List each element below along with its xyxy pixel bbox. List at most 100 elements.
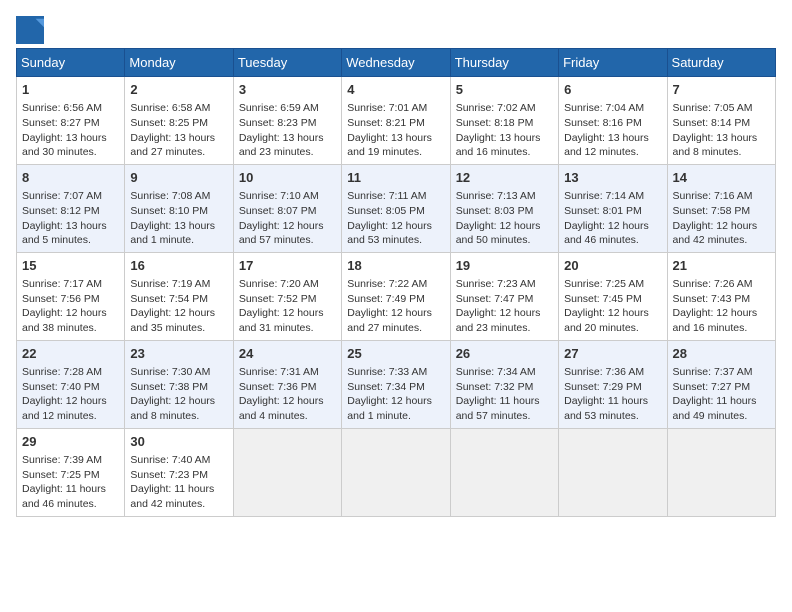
day-info: Sunrise: 7:10 AM Sunset: 8:07 PM Dayligh…: [239, 189, 336, 248]
header-sunday: Sunday: [17, 49, 125, 77]
header-monday: Monday: [125, 49, 233, 77]
calendar-row-2: 8Sunrise: 7:07 AM Sunset: 8:12 PM Daylig…: [17, 164, 776, 252]
calendar-cell: 19 Sunrise: 7:23 AM Sunset: 7:47 PM Dayli…: [450, 252, 558, 340]
day-info: Sunrise: 7:33 AM Sunset: 7:34 PM Dayligh…: [347, 365, 444, 424]
day-number: 17: [239, 257, 336, 275]
day-number: 30: [130, 433, 227, 451]
calendar-cell: [233, 428, 341, 516]
day-info: Sunrise: 7:14 AM Sunset: 8:01 PM Dayligh…: [564, 189, 661, 248]
calendar-header-row: SundayMondayTuesdayWednesdayThursdayFrid…: [17, 49, 776, 77]
calendar-table: SundayMondayTuesdayWednesdayThursdayFrid…: [16, 48, 776, 517]
day-info: Sunrise: 7:34 AM Sunset: 7:32 PM Dayligh…: [456, 365, 553, 424]
day-number: 8: [22, 169, 119, 187]
day-number: 26: [456, 345, 553, 363]
calendar-cell: [450, 428, 558, 516]
day-number: 13: [564, 169, 661, 187]
day-info: Sunrise: 7:37 AM Sunset: 7:27 PM Dayligh…: [673, 365, 770, 424]
day-info: Sunrise: 7:39 AM Sunset: 7:25 PM Dayligh…: [22, 453, 119, 512]
day-number: 24: [239, 345, 336, 363]
calendar-cell: [667, 428, 775, 516]
day-number: 4: [347, 81, 444, 99]
day-info: Sunrise: 7:36 AM Sunset: 7:29 PM Dayligh…: [564, 365, 661, 424]
header-wednesday: Wednesday: [342, 49, 450, 77]
calendar-cell: 12 Sunrise: 7:13 AM Sunset: 8:03 PM Dayli…: [450, 164, 558, 252]
calendar-cell: 24 Sunrise: 7:31 AM Sunset: 7:36 PM Dayli…: [233, 340, 341, 428]
day-info: Sunrise: 7:26 AM Sunset: 7:43 PM Dayligh…: [673, 277, 770, 336]
day-number: 2: [130, 81, 227, 99]
day-number: 25: [347, 345, 444, 363]
day-number: 23: [130, 345, 227, 363]
day-info: Sunrise: 7:16 AM Sunset: 7:58 PM Dayligh…: [673, 189, 770, 248]
day-number: 20: [564, 257, 661, 275]
calendar-cell: 25 Sunrise: 7:33 AM Sunset: 7:34 PM Dayli…: [342, 340, 450, 428]
day-info: Sunrise: 7:22 AM Sunset: 7:49 PM Dayligh…: [347, 277, 444, 336]
day-info: Sunrise: 7:11 AM Sunset: 8:05 PM Dayligh…: [347, 189, 444, 248]
header-saturday: Saturday: [667, 49, 775, 77]
calendar-cell: 20Sunrise: 7:25 AM Sunset: 7:45 PM Dayli…: [559, 252, 667, 340]
day-number: 19: [456, 257, 553, 275]
calendar-cell: 4 Sunrise: 7:01 AM Sunset: 8:21 PM Daylig…: [342, 77, 450, 165]
day-info: Sunrise: 6:56 AM Sunset: 8:27 PM Dayligh…: [22, 101, 119, 160]
day-info: Sunrise: 7:30 AM Sunset: 7:38 PM Dayligh…: [130, 365, 227, 424]
day-info: Sunrise: 6:58 AM Sunset: 8:25 PM Dayligh…: [130, 101, 227, 160]
calendar-cell: 10 Sunrise: 7:10 AM Sunset: 8:07 PM Dayli…: [233, 164, 341, 252]
day-info: Sunrise: 7:02 AM Sunset: 8:18 PM Dayligh…: [456, 101, 553, 160]
day-number: 16: [130, 257, 227, 275]
calendar-cell: 28 Sunrise: 7:37 AM Sunset: 7:27 PM Dayli…: [667, 340, 775, 428]
day-number: 1: [22, 81, 119, 99]
calendar-cell: 29 Sunrise: 7:39 AM Sunset: 7:25 PM Dayli…: [17, 428, 125, 516]
page-header: [16, 16, 776, 44]
calendar-cell: 2 Sunrise: 6:58 AM Sunset: 8:25 PM Daylig…: [125, 77, 233, 165]
calendar-cell: [559, 428, 667, 516]
calendar-cell: 16 Sunrise: 7:19 AM Sunset: 7:54 PM Dayli…: [125, 252, 233, 340]
day-number: 14: [673, 169, 770, 187]
calendar-cell: 5 Sunrise: 7:02 AM Sunset: 8:18 PM Daylig…: [450, 77, 558, 165]
calendar-cell: 9Sunrise: 7:08 AM Sunset: 8:10 PM Daylig…: [125, 164, 233, 252]
calendar-cell: 18 Sunrise: 7:22 AM Sunset: 7:49 PM Dayli…: [342, 252, 450, 340]
calendar-cell: 21Sunrise: 7:26 AM Sunset: 7:43 PM Dayli…: [667, 252, 775, 340]
day-number: 12: [456, 169, 553, 187]
calendar-row-1: 1 Sunrise: 6:56 AM Sunset: 8:27 PM Daylig…: [17, 77, 776, 165]
day-info: Sunrise: 7:13 AM Sunset: 8:03 PM Dayligh…: [456, 189, 553, 248]
day-info: Sunrise: 7:20 AM Sunset: 7:52 PM Dayligh…: [239, 277, 336, 336]
day-info: Sunrise: 7:31 AM Sunset: 7:36 PM Dayligh…: [239, 365, 336, 424]
day-info: Sunrise: 7:23 AM Sunset: 7:47 PM Dayligh…: [456, 277, 553, 336]
logo: [16, 16, 48, 44]
day-info: Sunrise: 7:40 AM Sunset: 7:23 PM Dayligh…: [130, 453, 227, 512]
day-info: Sunrise: 7:28 AM Sunset: 7:40 PM Dayligh…: [22, 365, 119, 424]
day-number: 27: [564, 345, 661, 363]
day-info: Sunrise: 7:17 AM Sunset: 7:56 PM Dayligh…: [22, 277, 119, 336]
calendar-cell: 1 Sunrise: 6:56 AM Sunset: 8:27 PM Daylig…: [17, 77, 125, 165]
day-number: 15: [22, 257, 119, 275]
calendar-cell: [342, 428, 450, 516]
calendar-cell: 6 Sunrise: 7:04 AM Sunset: 8:16 PM Daylig…: [559, 77, 667, 165]
day-number: 10: [239, 169, 336, 187]
day-number: 22: [22, 345, 119, 363]
day-info: Sunrise: 7:19 AM Sunset: 7:54 PM Dayligh…: [130, 277, 227, 336]
logo-icon: [16, 16, 44, 44]
header-friday: Friday: [559, 49, 667, 77]
calendar-row-4: 22 Sunrise: 7:28 AM Sunset: 7:40 PM Dayli…: [17, 340, 776, 428]
calendar-cell: 22 Sunrise: 7:28 AM Sunset: 7:40 PM Dayli…: [17, 340, 125, 428]
calendar-cell: 8Sunrise: 7:07 AM Sunset: 8:12 PM Daylig…: [17, 164, 125, 252]
day-info: Sunrise: 7:08 AM Sunset: 8:10 PM Dayligh…: [130, 189, 227, 248]
calendar-cell: 11 Sunrise: 7:11 AM Sunset: 8:05 PM Dayli…: [342, 164, 450, 252]
day-number: 28: [673, 345, 770, 363]
day-number: 6: [564, 81, 661, 99]
calendar-row-5: 29 Sunrise: 7:39 AM Sunset: 7:25 PM Dayli…: [17, 428, 776, 516]
day-number: 5: [456, 81, 553, 99]
day-number: 18: [347, 257, 444, 275]
day-info: Sunrise: 7:01 AM Sunset: 8:21 PM Dayligh…: [347, 101, 444, 160]
calendar-cell: 3 Sunrise: 6:59 AM Sunset: 8:23 PM Daylig…: [233, 77, 341, 165]
day-number: 3: [239, 81, 336, 99]
day-number: 11: [347, 169, 444, 187]
day-info: Sunrise: 6:59 AM Sunset: 8:23 PM Dayligh…: [239, 101, 336, 160]
day-number: 29: [22, 433, 119, 451]
calendar-cell: 23 Sunrise: 7:30 AM Sunset: 7:38 PM Dayli…: [125, 340, 233, 428]
calendar-cell: 7Sunrise: 7:05 AM Sunset: 8:14 PM Daylig…: [667, 77, 775, 165]
calendar-cell: 26 Sunrise: 7:34 AM Sunset: 7:32 PM Dayli…: [450, 340, 558, 428]
calendar-cell: 30 Sunrise: 7:40 AM Sunset: 7:23 PM Dayli…: [125, 428, 233, 516]
day-info: Sunrise: 7:04 AM Sunset: 8:16 PM Dayligh…: [564, 101, 661, 160]
calendar-cell: 27 Sunrise: 7:36 AM Sunset: 7:29 PM Dayli…: [559, 340, 667, 428]
calendar-row-3: 15 Sunrise: 7:17 AM Sunset: 7:56 PM Dayli…: [17, 252, 776, 340]
